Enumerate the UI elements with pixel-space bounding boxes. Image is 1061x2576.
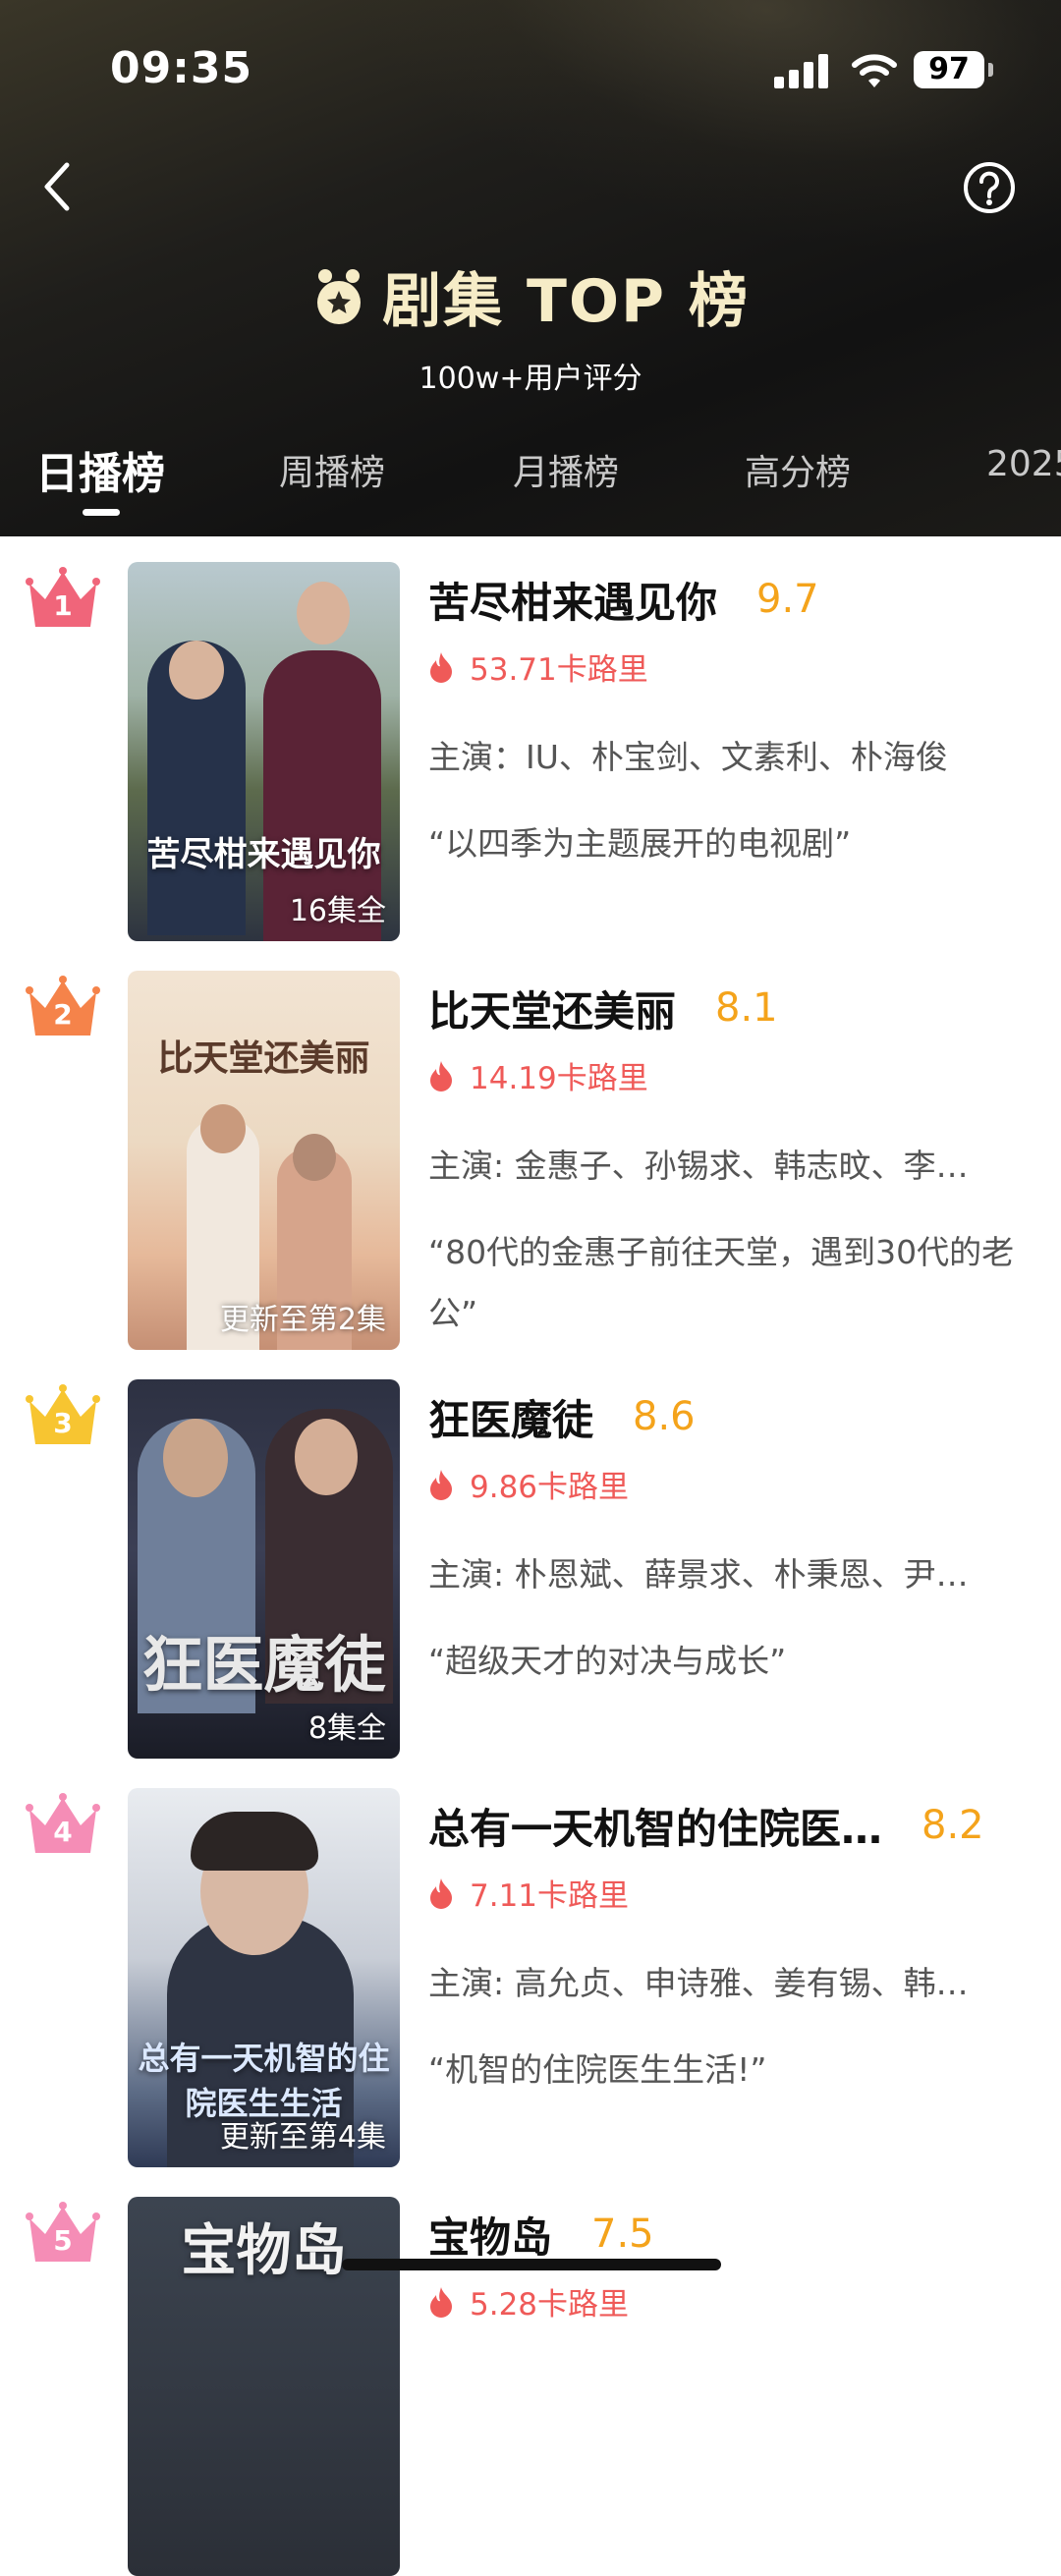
poster-figures bbox=[128, 971, 400, 1350]
cast-text: 主演：IU、朴宝剑、文素利、朴海俊 bbox=[428, 738, 948, 776]
heat-row: 14.19卡路里 bbox=[428, 1053, 648, 1097]
episode-badge: 更新至第4集 bbox=[219, 2120, 386, 2155]
poster-image[interactable]: 比天堂还美丽 更新至第2集 bbox=[128, 971, 400, 1350]
heat-value: 53.71卡路里 bbox=[470, 652, 648, 688]
title-line: 总有一天机智的住院医… 8.2 bbox=[428, 1796, 984, 1855]
quote-text: “机智的住院医生生活!” bbox=[428, 2050, 767, 2089]
poster-title: 总有一天机智的住院医生生活 bbox=[138, 2040, 390, 2122]
cast-text: 主演: 金惠子、孙锡求、韩志旼、李… bbox=[428, 1147, 969, 1185]
battery-tip bbox=[988, 63, 993, 77]
status-time: 09:35 bbox=[110, 43, 253, 93]
wifi-icon bbox=[852, 54, 897, 87]
tab-monthly[interactable]: 月播榜 bbox=[513, 444, 619, 495]
heat-row: 9.86卡路里 bbox=[428, 1462, 629, 1506]
heat-row: 5.28卡路里 bbox=[428, 2279, 629, 2324]
list-item[interactable]: 2 比天堂还美丽 更新至第2集 比天堂还美丽 8.1 14.19卡路里 主演: … bbox=[0, 945, 1061, 1350]
title-row: 剧集 TOP 榜 bbox=[0, 253, 1061, 336]
show-title[interactable]: 宝物岛 bbox=[428, 2205, 552, 2265]
medal-icon bbox=[317, 268, 362, 324]
tab-weekly[interactable]: 周播榜 bbox=[279, 444, 385, 495]
list-item[interactable]: 4 总有一天机智的住院医生生活 更新至第4集 总有一天机智的住院医… 8.2 7… bbox=[0, 1763, 1061, 2167]
episode-badge: 更新至第2集 bbox=[219, 1303, 386, 1337]
rank-number: 1 bbox=[53, 589, 73, 622]
home-indicator[interactable] bbox=[342, 2259, 721, 2270]
poster-image[interactable]: 苦尽柑来遇见你 16集全 bbox=[128, 562, 400, 941]
show-title[interactable]: 总有一天机智的住院医… bbox=[428, 1796, 882, 1856]
heat-value: 7.11卡路里 bbox=[470, 1878, 630, 1914]
tab-high-score[interactable]: 高分榜 bbox=[745, 444, 851, 495]
rank-number: 2 bbox=[53, 998, 73, 1031]
active-tab-indicator bbox=[83, 509, 120, 516]
poster-image[interactable]: 狂医魔徒 8集全 bbox=[128, 1379, 400, 1759]
rank-number: 5 bbox=[53, 2224, 73, 2257]
heat-value: 14.19卡路里 bbox=[470, 1061, 648, 1096]
heat-row: 53.71卡路里 bbox=[428, 644, 648, 689]
back-button[interactable] bbox=[37, 157, 77, 216]
signal-icon bbox=[774, 53, 831, 88]
tab-2025[interactable]: 2025 bbox=[986, 444, 1061, 484]
score: 8.1 bbox=[715, 985, 778, 1031]
ranking-tabs: 日播榜 周播榜 月播榜 高分榜 2025 bbox=[0, 444, 1061, 523]
rank-crown-icon: 2 bbox=[26, 975, 100, 1041]
title-line: 狂医魔徒 8.6 bbox=[428, 1387, 696, 1446]
score: 9.7 bbox=[756, 577, 819, 622]
show-title[interactable]: 狂医魔徒 bbox=[428, 1387, 593, 1447]
rank-crown-icon: 4 bbox=[26, 1792, 100, 1859]
quote-text: “以四季为主题展开的电视剧” bbox=[428, 824, 852, 863]
help-button[interactable] bbox=[963, 161, 1016, 214]
fire-icon bbox=[430, 2286, 452, 2318]
page-title: 剧集 TOP 榜 bbox=[382, 267, 750, 336]
score: 8.2 bbox=[921, 1803, 984, 1848]
heat-row: 7.11卡路里 bbox=[428, 1871, 629, 1915]
poster-title: 宝物岛 bbox=[181, 2219, 347, 2283]
poster-title: 比天堂还美丽 bbox=[157, 1038, 370, 1079]
rank-crown-icon: 3 bbox=[26, 1383, 100, 1450]
episode-badge: 8集全 bbox=[307, 1711, 386, 1746]
fire-icon bbox=[430, 1060, 452, 1092]
episode-badge: 16集全 bbox=[289, 894, 386, 928]
quote-text: “80代的金惠子前往天堂，遇到30代的老公” bbox=[428, 1233, 1015, 1332]
show-title[interactable]: 苦尽柑来遇见你 bbox=[428, 570, 717, 630]
header: 09:35 97 剧集 TOP 榜 100w+用户评分 日播榜 周播榜 月播榜 … bbox=[0, 0, 1061, 536]
rank-number: 4 bbox=[53, 1816, 73, 1848]
poster-title: 苦尽柑来遇见你 bbox=[146, 835, 381, 874]
cast-text: 主演: 朴恩斌、薛景求、朴秉恩、尹… bbox=[428, 1555, 969, 1594]
quote-text: “超级天才的对决与成长” bbox=[428, 1642, 787, 1680]
rank-crown-icon: 1 bbox=[26, 566, 100, 633]
title-line: 宝物岛 7.5 bbox=[428, 2205, 654, 2264]
fire-icon bbox=[430, 651, 452, 683]
title-line: 比天堂还美丽 8.1 bbox=[428, 979, 778, 1037]
score: 7.5 bbox=[591, 2212, 654, 2257]
battery-indicator: 97 bbox=[914, 51, 984, 88]
cast-text: 主演: 高允贞、申诗雅、姜有锡、韩… bbox=[428, 1964, 969, 2002]
fire-icon bbox=[430, 1877, 452, 1909]
heat-value: 5.28卡路里 bbox=[470, 2287, 630, 2323]
poster-figures bbox=[128, 562, 400, 941]
heat-value: 9.86卡路里 bbox=[470, 1470, 630, 1505]
rank-crown-icon: 5 bbox=[26, 2201, 100, 2268]
score: 8.6 bbox=[633, 1394, 696, 1439]
tab-daily[interactable]: 日播榜 bbox=[35, 438, 165, 501]
fire-icon bbox=[430, 1469, 452, 1500]
poster-image[interactable]: 宝物岛 bbox=[128, 2197, 400, 2576]
page-subtitle: 100w+用户评分 bbox=[419, 362, 642, 396]
poster-image[interactable]: 总有一天机智的住院医生生活 更新至第4集 bbox=[128, 1788, 400, 2167]
status-icons: 97 bbox=[774, 49, 1000, 92]
rank-number: 3 bbox=[53, 1407, 73, 1439]
list-item[interactable]: 5 宝物岛 宝物岛 7.5 5.28卡路里 bbox=[0, 2171, 1061, 2576]
title-line: 苦尽柑来遇见你 9.7 bbox=[428, 570, 819, 629]
list-item[interactable]: 1 苦尽柑来遇见你 16集全 苦尽柑来遇见你 9.7 53.71卡路里 主演：I… bbox=[0, 536, 1061, 941]
list-item[interactable]: 3 狂医魔徒 8集全 狂医魔徒 8.6 9.86卡路里 主演: 朴恩斌、薛景求、… bbox=[0, 1354, 1061, 1759]
poster-title: 狂医魔徒 bbox=[141, 1629, 386, 1701]
show-title[interactable]: 比天堂还美丽 bbox=[428, 979, 676, 1038]
